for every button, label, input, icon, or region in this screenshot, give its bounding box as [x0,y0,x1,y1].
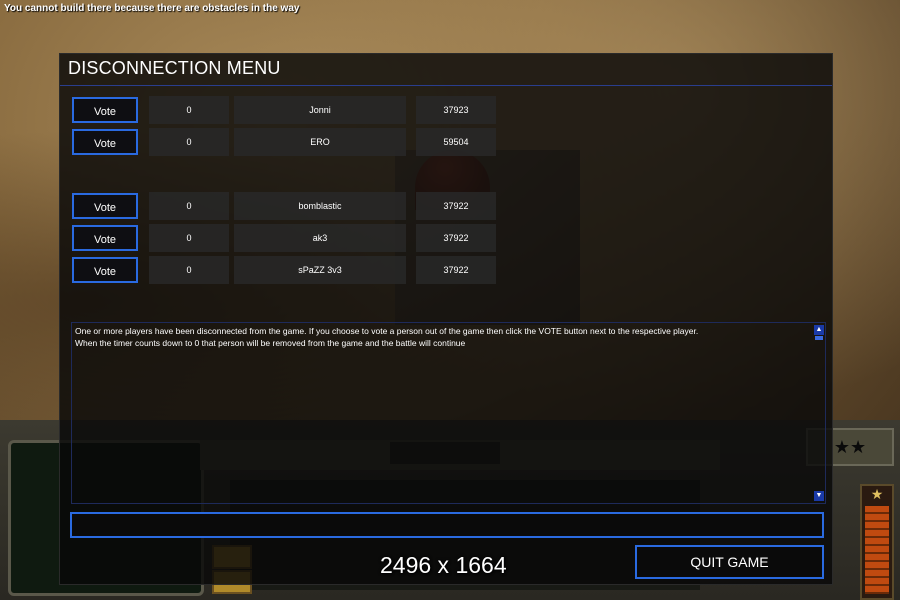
vote-count: 0 [149,128,229,156]
scroll-thumb[interactable] [815,336,823,340]
scroll-down-icon[interactable]: ▼ [814,491,824,501]
resolution-overlay: 2496 x 1664 [380,552,507,578]
message-text: One or more players have been disconnect… [75,326,699,348]
player-name: bomblastic [234,192,406,220]
vote-button[interactable]: Vote [72,129,138,155]
player-timer: 37922 [416,192,496,220]
quit-game-button[interactable]: QUIT GAME [635,545,824,579]
vote-count: 0 [149,256,229,284]
vote-button[interactable]: Vote [72,257,138,283]
chat-input[interactable] [70,512,824,538]
vote-button[interactable]: Vote [72,193,138,219]
player-name: ERO [234,128,406,156]
rank-meter-fill [865,506,889,594]
vote-count: 0 [149,224,229,252]
player-timer: 37922 [416,224,496,252]
rank-star-icon: ★ [870,486,884,502]
vote-button[interactable]: Vote [72,97,138,123]
status-message: You cannot build there because there are… [4,3,300,14]
menu-title: DISCONNECTION MENU [68,58,281,78]
menu-title-divider [60,85,832,86]
player-name: sPaZZ 3v3 [234,256,406,284]
player-timer: 59504 [416,128,496,156]
message-box: One or more players have been disconnect… [71,322,826,504]
message-scrollbar[interactable]: ▲ ▼ [814,324,824,502]
vote-count: 0 [149,96,229,124]
player-timer: 37923 [416,96,496,124]
disconnection-menu: DISCONNECTION MENU Vote 0 Jonni 37923 Vo… [59,53,833,585]
player-name: Jonni [234,96,406,124]
player-name: ak3 [234,224,406,252]
player-timer: 37922 [416,256,496,284]
vote-count: 0 [149,192,229,220]
scroll-up-icon[interactable]: ▲ [814,325,824,335]
vote-button[interactable]: Vote [72,225,138,251]
hud-rank-meter: ★ [860,484,894,600]
